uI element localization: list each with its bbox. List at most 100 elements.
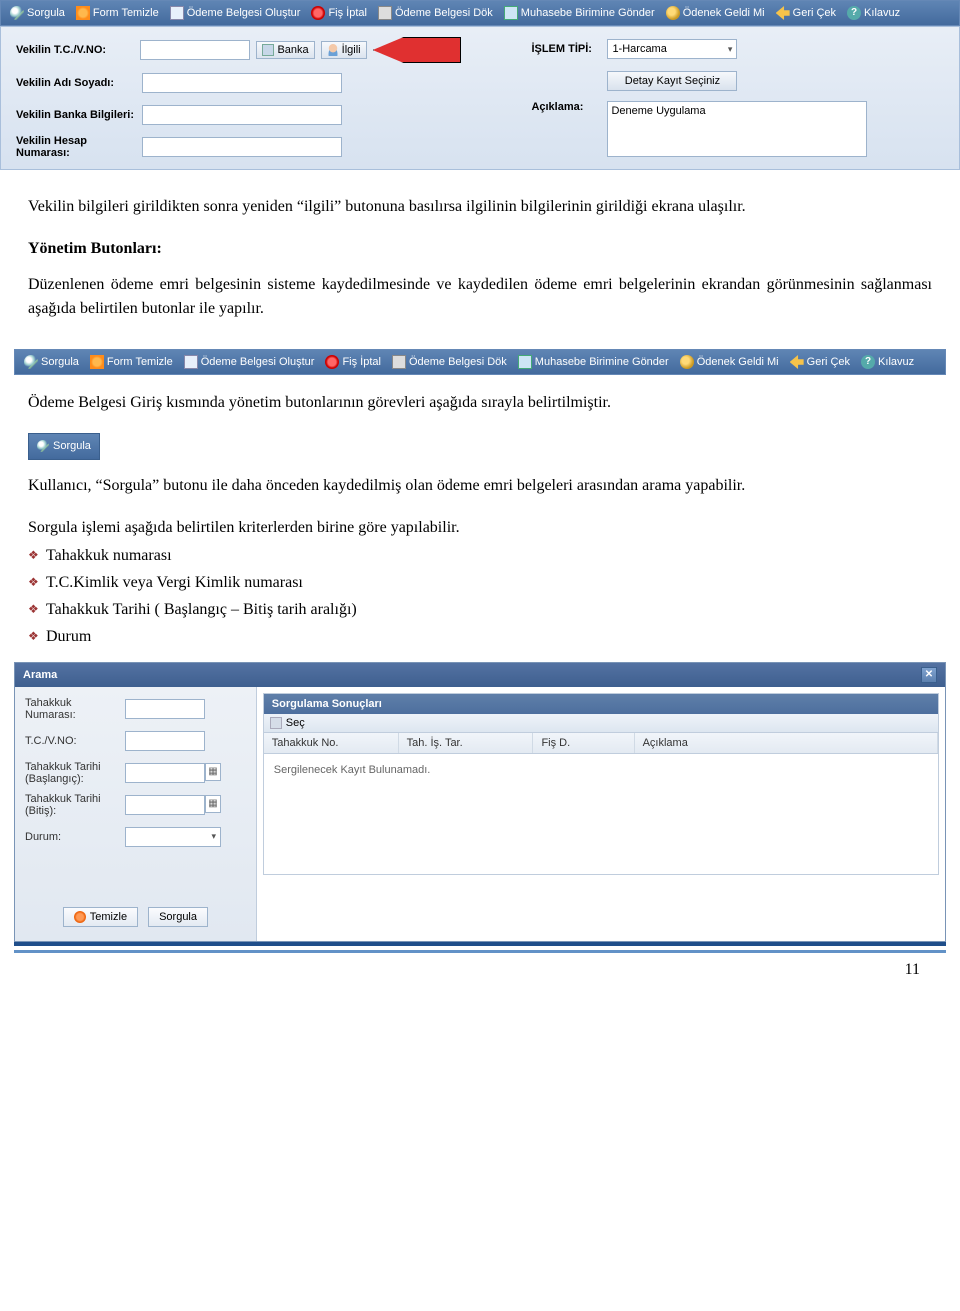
durum-select[interactable]: ▾ (125, 827, 221, 847)
toolbar-label: Ödeme Belgesi Dök (409, 356, 507, 368)
ilgili-button[interactable]: İlgili (321, 41, 367, 59)
odeme-dok-button-2[interactable]: Ödeme Belgesi Dök (388, 353, 511, 371)
print-icon (392, 355, 406, 369)
toolbar-label: Ödenek Geldi Mi (697, 356, 779, 368)
hesap-label: Vekilin Hesap Numarası: (16, 135, 136, 159)
doc-icon (170, 6, 184, 20)
banka-bilgi-label: Vekilin Banka Bilgileri: (16, 109, 136, 121)
bitis-label: Tahakkuk Tarihi (Bitiş): (25, 793, 119, 817)
odenek-geldi-button-2[interactable]: Ödenek Geldi Mi (676, 353, 783, 371)
results-toolbar: Seç (264, 714, 938, 733)
main-toolbar: Sorgula Form Temizle Ödeme Belgesi Oluşt… (0, 0, 960, 26)
doc-content: Vekilin bilgileri girildikten sonra yeni… (0, 170, 960, 349)
hesap-input[interactable] (142, 137, 342, 157)
toolbar-label: Sorgula (41, 356, 79, 368)
list-item: Durum (46, 625, 932, 649)
dialog-title: Arama (23, 669, 57, 681)
vekil-panel: Vekilin T.C./V.NO: Banka İlgili Vekilin … (0, 26, 960, 170)
col-fisd: Fiş D. (533, 733, 634, 753)
grid-empty: Sergilenecek Kayıt Bulunamadı. (264, 754, 938, 874)
heading-yonetim: Yönetim Butonları: (28, 237, 932, 261)
calendar-icon[interactable]: ▦ (205, 795, 221, 813)
arama-results: Sorgulama Sonuçları Seç Tahakkuk No. Tah… (257, 687, 945, 941)
durum-label: Durum: (25, 831, 119, 843)
odeme-olustur-button-2[interactable]: Ödeme Belgesi Oluştur (180, 353, 319, 371)
cancel-icon (311, 6, 325, 20)
chip-label: Sorgula (53, 438, 91, 455)
ad-label: Vekilin Adı Soyadı: (16, 77, 136, 89)
muhasebe-gonder-button[interactable]: Muhasebe Birimine Gönder (500, 4, 659, 22)
toolbar-label: Fiş İptal (342, 356, 381, 368)
grid-header: Tahakkuk No. Tah. İş. Tar. Fiş D. Açıkla… (264, 733, 938, 754)
temizle-button[interactable]: Temizle (63, 907, 138, 927)
badge-icon (680, 355, 694, 369)
fis-iptal-button[interactable]: Fiş İptal (307, 4, 371, 22)
back-icon (776, 6, 790, 20)
muhasebe-gonder-button-2[interactable]: Muhasebe Birimine Gönder (514, 353, 673, 371)
toolbar-label: Form Temizle (93, 7, 159, 19)
calendar-icon[interactable]: ▦ (205, 763, 221, 781)
page-number: 11 (0, 953, 960, 997)
toolbar-label: Fiş İptal (328, 7, 367, 19)
fis-iptal-button-2[interactable]: Fiş İptal (321, 353, 385, 371)
banka-bilgi-input[interactable] (142, 105, 342, 125)
form-temizle-button[interactable]: Form Temizle (72, 4, 163, 22)
search-icon (37, 440, 49, 452)
toolbar-label: Ödeme Belgesi Dök (395, 7, 493, 19)
odeme-dok-button[interactable]: Ödeme Belgesi Dök (374, 4, 497, 22)
toolbar-label: Muhasebe Birimine Gönder (521, 7, 655, 19)
geri-cek-button[interactable]: Geri Çek (772, 4, 840, 22)
clear-icon (74, 911, 86, 923)
mini-btn-label: Banka (277, 44, 308, 56)
list-item: Tahakkuk Tarihi ( Başlangıç – Bitiş tari… (46, 598, 932, 622)
badge-icon (666, 6, 680, 20)
baslangic-input[interactable] (125, 763, 205, 783)
odeme-olustur-button[interactable]: Ödeme Belgesi Oluştur (166, 4, 305, 22)
arama-tc-label: T.C./V.NO: (25, 735, 119, 747)
clear-icon (76, 6, 90, 20)
aciklama-textarea[interactable] (607, 101, 867, 157)
col-aciklama: Açıklama (635, 733, 938, 753)
para-gorevler: Ödeme Belgesi Giriş kısmında yönetim but… (28, 391, 932, 415)
tahno-input[interactable] (125, 699, 205, 719)
tahno-label: Tahakkuk Numarası: (25, 697, 119, 721)
detay-kayit-button[interactable]: Detay Kayıt Seçiniz (607, 71, 737, 91)
arama-sorgula-button[interactable]: Sorgula (148, 907, 208, 927)
sorgula-button[interactable]: Sorgula (6, 4, 69, 22)
aciklama-label: Açıklama: (531, 101, 601, 113)
btn-label: Temizle (90, 911, 127, 923)
banka-button[interactable]: Banka (256, 41, 314, 59)
sec-button[interactable]: Seç (286, 717, 305, 729)
search-icon (24, 355, 38, 369)
toolbar-label: Ödeme Belgesi Oluştur (187, 7, 301, 19)
kilavuz-button-2[interactable]: ?Kılavuz (857, 353, 918, 371)
kilavuz-button[interactable]: ?Kılavuz (843, 4, 904, 22)
arama-dialog: Arama ✕ Tahakkuk Numarası: T.C./V.NO: Ta… (14, 662, 946, 942)
para-kullanici: Kullanıcı, “Sorgula” butonu ile daha önc… (28, 474, 932, 498)
close-button[interactable]: ✕ (921, 667, 937, 683)
select-value: 1-Harcama (612, 43, 666, 55)
dialog-header: Arama ✕ (15, 663, 945, 687)
tc-input[interactable] (140, 40, 250, 60)
results-header: Sorgulama Sonuçları (264, 694, 938, 714)
baslangic-label: Tahakkuk Tarihi (Başlangıç): (25, 761, 119, 785)
print-icon (378, 6, 392, 20)
list-item: T.C.Kimlik veya Vergi Kimlik numarası (46, 571, 932, 595)
help-icon: ? (847, 6, 861, 20)
arama-tc-input[interactable] (125, 731, 205, 751)
islem-select[interactable]: 1-Harcama ▾ (607, 39, 737, 59)
cancel-icon (325, 355, 339, 369)
toolbar-label: Kılavuz (864, 7, 900, 19)
back-icon (790, 355, 804, 369)
col-tahistar: Tah. İş. Tar. (399, 733, 534, 753)
geri-cek-button-2[interactable]: Geri Çek (786, 353, 854, 371)
ad-input[interactable] (142, 73, 342, 93)
chevron-down-icon: ▾ (211, 831, 216, 842)
bank-icon (262, 44, 274, 56)
form-temizle-button-2[interactable]: Form Temizle (86, 353, 177, 371)
sorgula-button-2[interactable]: Sorgula (20, 353, 83, 371)
toolbar-label: Form Temizle (107, 356, 173, 368)
odenek-geldi-button[interactable]: Ödenek Geldi Mi (662, 4, 769, 22)
bitis-input[interactable] (125, 795, 205, 815)
doc-icon (184, 355, 198, 369)
